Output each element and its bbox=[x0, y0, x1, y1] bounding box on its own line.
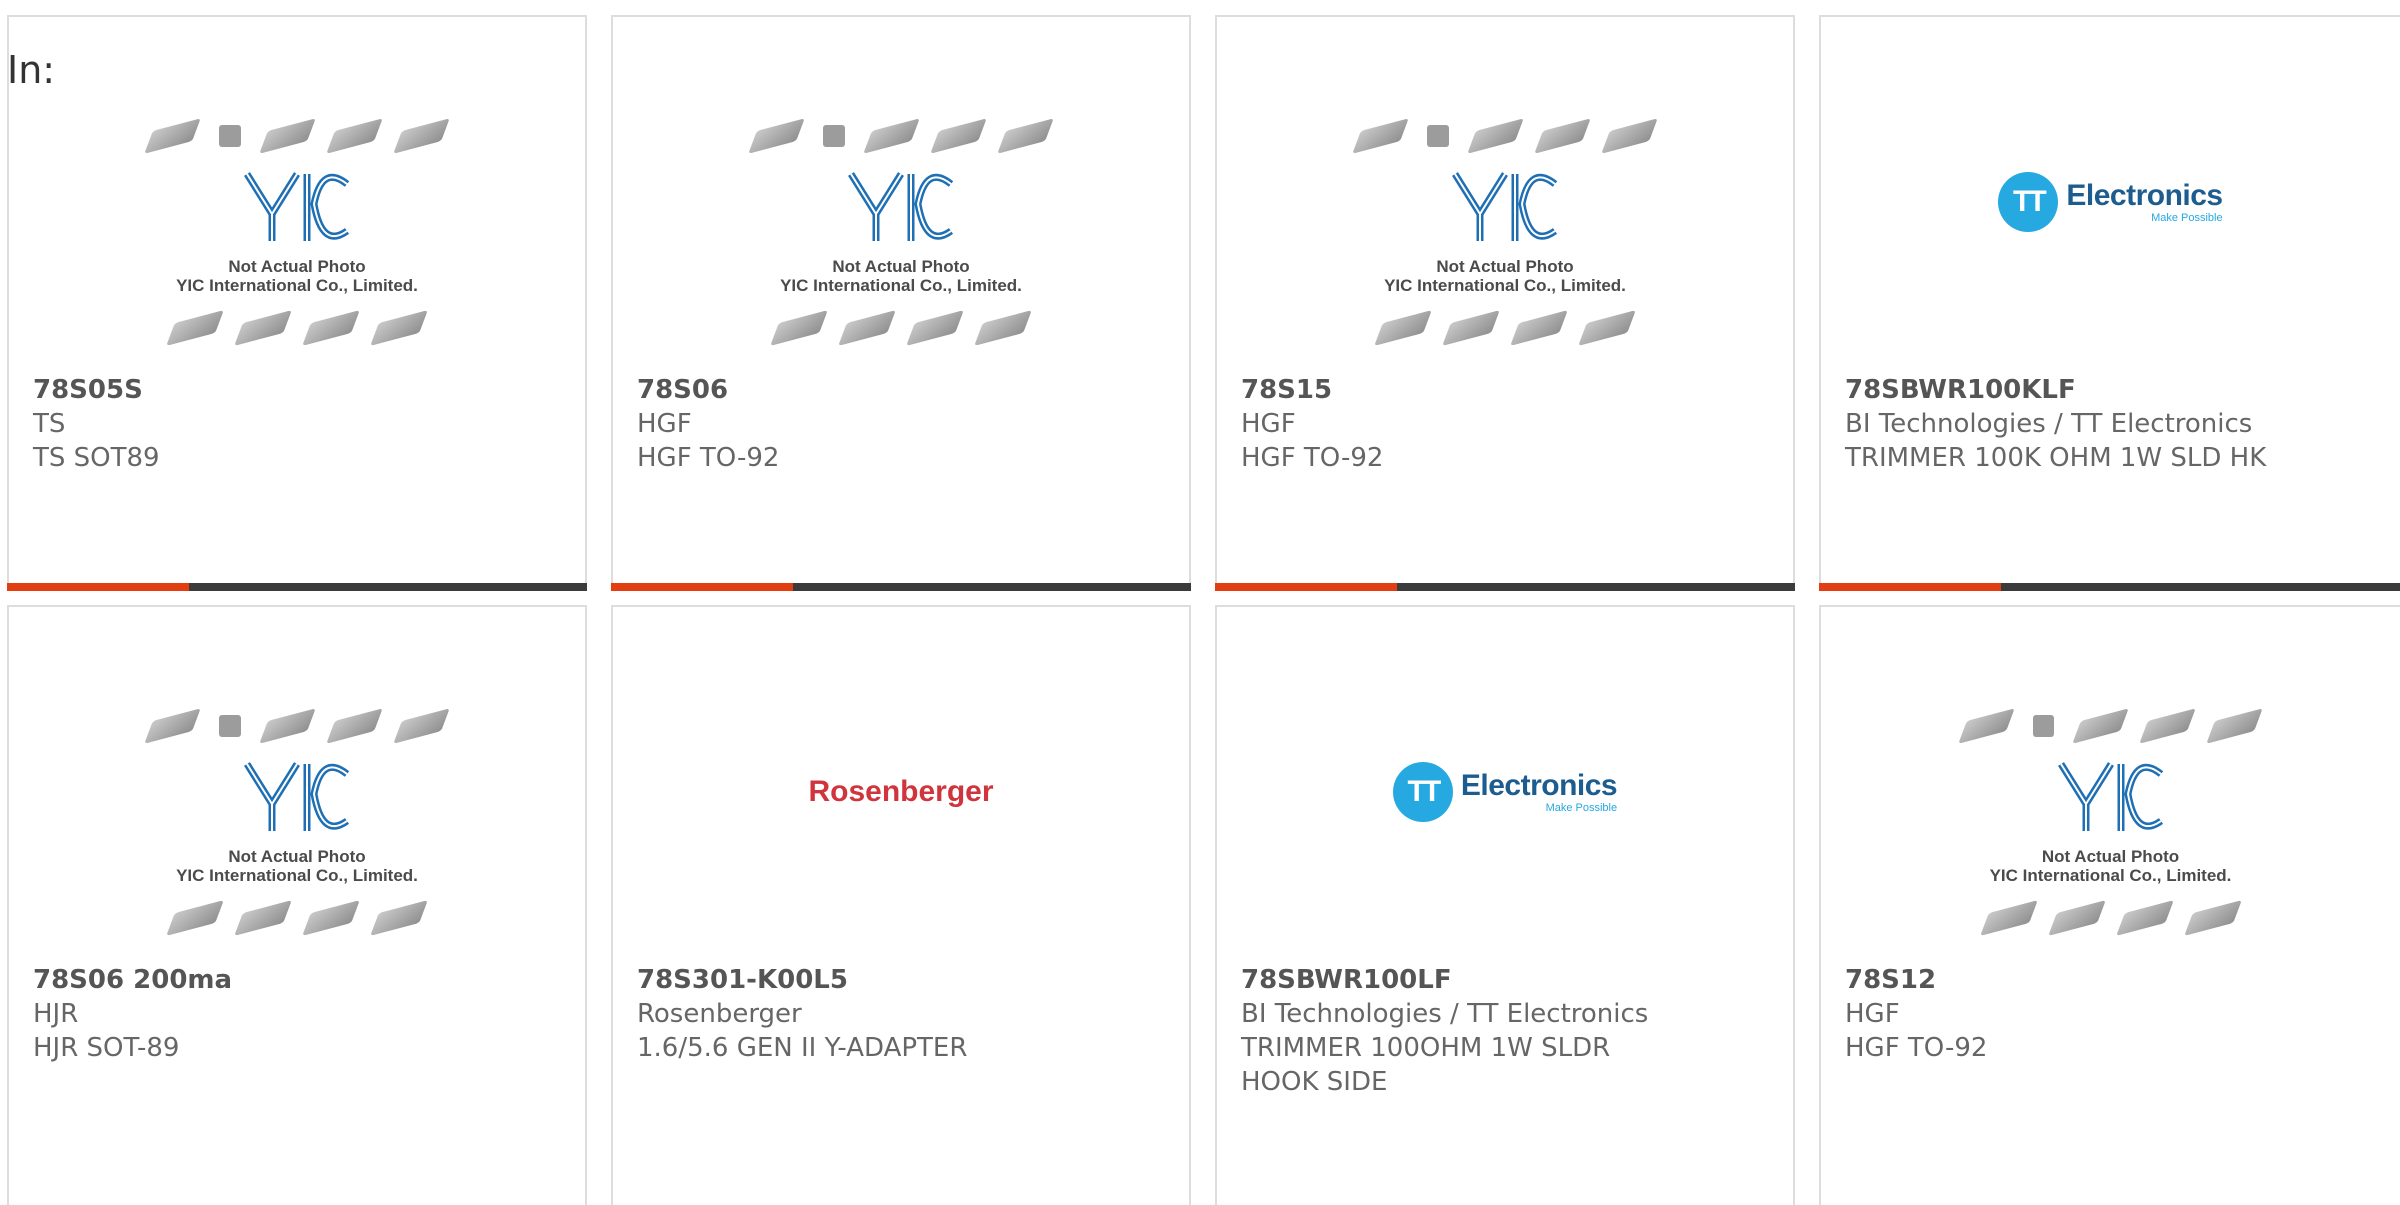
manufacturer: HGF bbox=[1845, 999, 1900, 1029]
yic-logo-icon bbox=[152, 757, 442, 837]
description: HGF TO-92 bbox=[1241, 443, 1384, 473]
tt-logo-icon: TT bbox=[1392, 762, 1453, 822]
part-number[interactable]: 78S06 200ma bbox=[33, 963, 571, 997]
rosenberger-logo: Rosenberger bbox=[808, 775, 994, 808]
manufacturer: HGF bbox=[637, 409, 692, 439]
description: TS SOT89 bbox=[33, 443, 160, 473]
product-card[interactable]: Not Actual Photo YIC International Co., … bbox=[611, 15, 1191, 591]
part-number[interactable]: 78S12 bbox=[1845, 963, 2386, 997]
tt-electronics-logo: TT Electronics Make Possible bbox=[1998, 172, 2223, 232]
part-number[interactable]: 78S301-K00L5 bbox=[637, 963, 1175, 997]
product-card[interactable]: TT Electronics Make Possible 78SBWR100KL… bbox=[1819, 15, 2400, 591]
product-image[interactable]: TT Electronics Make Possible bbox=[1821, 97, 2400, 307]
manufacturer: BI Technologies / TT Electronics bbox=[1241, 999, 1649, 1029]
tt-logo-word: Electronics bbox=[1460, 769, 1618, 802]
placeholder-line2: YIC International Co., Limited. bbox=[1989, 866, 2232, 885]
description: TRIMMER 100K OHM 1W SLD HK bbox=[1845, 443, 2267, 473]
not-actual-photo-image: Not Actual Photo YIC International Co., … bbox=[1957, 697, 2264, 947]
card-bottom-bar bbox=[1215, 583, 1795, 591]
manufacturer: Rosenberger bbox=[637, 999, 802, 1029]
placeholder-line1: Not Actual Photo bbox=[2041, 847, 2180, 866]
placeholder-line2: YIC International Co., Limited. bbox=[780, 276, 1022, 295]
manufacturer: HGF bbox=[1241, 409, 1296, 439]
product-image[interactable]: Not Actual Photo YIC International Co., … bbox=[1821, 687, 2400, 957]
in-label: In: bbox=[7, 48, 56, 92]
yic-logo-icon bbox=[152, 167, 442, 247]
product-image[interactable]: Rosenberger bbox=[613, 687, 1189, 897]
manufacturer: HJR bbox=[33, 999, 79, 1029]
product-grid: Not Actual Photo YIC International Co., … bbox=[0, 0, 2400, 1205]
manufacturer: TS bbox=[33, 409, 66, 439]
manufacturer: BI Technologies / TT Electronics bbox=[1845, 409, 2253, 439]
not-actual-photo-image: Not Actual Photo YIC International Co., … bbox=[144, 107, 450, 357]
yic-logo-icon bbox=[1360, 167, 1650, 247]
description: HGF TO-92 bbox=[1845, 1033, 1988, 1063]
description: TRIMMER 100OHM 1W SLDR HOOK SIDE bbox=[1241, 1033, 1611, 1097]
description: HJR SOT-89 bbox=[33, 1033, 180, 1063]
description: HGF TO-92 bbox=[637, 443, 780, 473]
tt-logo-word: Electronics bbox=[2066, 179, 2223, 212]
product-card[interactable]: TT Electronics Make Possible 78SBWR100LF… bbox=[1215, 605, 1795, 1205]
product-card[interactable]: Not Actual Photo YIC International Co., … bbox=[1819, 605, 2400, 1205]
not-actual-photo-image: Not Actual Photo YIC International Co., … bbox=[1352, 107, 1658, 357]
placeholder-line1: Not Actual Photo bbox=[228, 257, 366, 276]
tt-logo-tagline: Make Possible bbox=[2151, 212, 2223, 224]
product-card[interactable]: Not Actual Photo YIC International Co., … bbox=[7, 605, 587, 1205]
product-card[interactable]: Rosenberger 78S301-K00L5 Rosenberger 1.6… bbox=[611, 605, 1191, 1205]
not-actual-photo-image: Not Actual Photo YIC International Co., … bbox=[748, 107, 1054, 357]
placeholder-line1: Not Actual Photo bbox=[1436, 257, 1574, 276]
card-bottom-bar bbox=[1819, 583, 2400, 591]
yic-logo-icon bbox=[1966, 757, 2256, 837]
tt-logo-tagline: Make Possible bbox=[1545, 802, 1618, 814]
card-bottom-bar bbox=[7, 583, 587, 591]
product-image[interactable]: Not Actual Photo YIC International Co., … bbox=[9, 687, 585, 957]
yic-logo-icon bbox=[756, 167, 1046, 247]
product-image[interactable]: TT Electronics Make Possible bbox=[1217, 687, 1793, 897]
product-image[interactable]: Not Actual Photo YIC International Co., … bbox=[613, 97, 1189, 367]
part-number[interactable]: 78SBWR100LF bbox=[1241, 963, 1779, 997]
product-image[interactable]: Not Actual Photo YIC International Co., … bbox=[1217, 97, 1793, 367]
placeholder-line2: YIC International Co., Limited. bbox=[1384, 276, 1626, 295]
part-number[interactable]: 78S15 bbox=[1241, 373, 1779, 407]
not-actual-photo-image: Not Actual Photo YIC International Co., … bbox=[144, 697, 450, 947]
part-number[interactable]: 78SBWR100KLF bbox=[1845, 373, 2386, 407]
card-bottom-bar bbox=[611, 583, 1191, 591]
product-card[interactable]: Not Actual Photo YIC International Co., … bbox=[1215, 15, 1795, 591]
product-card[interactable]: Not Actual Photo YIC International Co., … bbox=[7, 15, 587, 591]
part-number[interactable]: 78S05S bbox=[33, 373, 571, 407]
part-number[interactable]: 78S06 bbox=[637, 373, 1175, 407]
tt-logo-icon: TT bbox=[1998, 172, 2059, 232]
tt-electronics-logo: TT Electronics Make Possible bbox=[1392, 762, 1618, 822]
placeholder-line2: YIC International Co., Limited. bbox=[176, 276, 418, 295]
product-image[interactable]: Not Actual Photo YIC International Co., … bbox=[9, 97, 585, 367]
placeholder-line1: Not Actual Photo bbox=[832, 257, 970, 276]
description: 1.6/5.6 GEN II Y-ADAPTER bbox=[637, 1033, 968, 1063]
placeholder-line1: Not Actual Photo bbox=[228, 847, 366, 866]
placeholder-line2: YIC International Co., Limited. bbox=[176, 866, 418, 885]
